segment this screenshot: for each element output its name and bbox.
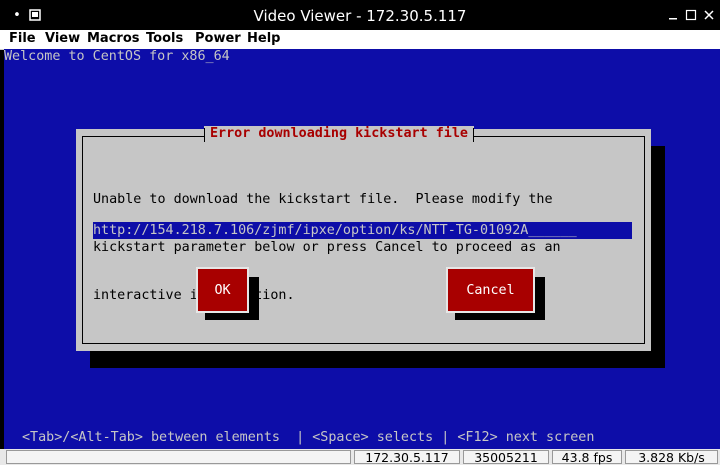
message-line: Unable to download the kickstart file. P…	[93, 192, 553, 207]
status-ip: 172.30.5.117	[354, 450, 460, 465]
menu-file[interactable]: File	[9, 31, 36, 46]
status-counter: 35005211	[463, 450, 549, 465]
close-icon[interactable]	[702, 8, 716, 22]
status-bandwidth: 3.828 Kb/s	[625, 450, 718, 465]
status-message-cell	[6, 450, 351, 464]
kickstart-url-field[interactable]: http://154.218.7.106/zjmf/ipxe/option/ks…	[93, 222, 632, 239]
menu-tools[interactable]: Tools	[146, 31, 183, 46]
menu-view[interactable]: View	[45, 31, 80, 46]
menu-macros[interactable]: Macros	[87, 31, 140, 46]
cancel-button[interactable]: Cancel	[446, 267, 535, 313]
remote-console[interactable]: Welcome to CentOS for x86_64 Error downl…	[4, 49, 720, 449]
maximize-icon[interactable]	[684, 8, 698, 22]
status-fps: 43.8 fps	[552, 450, 622, 465]
menu-power[interactable]: Power	[195, 31, 241, 46]
title-bar: • Video Viewer - 172.30.5.117	[0, 0, 720, 30]
menu-help[interactable]: Help	[247, 31, 280, 46]
dialog-title: Error downloading kickstart file	[204, 126, 474, 142]
message-line: kickstart parameter below or press Cance…	[93, 240, 561, 255]
status-bar: 172.30.5.117 35005211 43.8 fps 3.828 Kb/…	[0, 449, 720, 465]
help-line: <Tab>/<Alt-Tab> between elements | <Spac…	[22, 430, 595, 445]
minimize-icon[interactable]	[666, 8, 680, 22]
menu-bar: File View Macros Tools Power Help	[0, 30, 720, 50]
window-title: Video Viewer - 172.30.5.117	[253, 7, 467, 25]
welcome-text: Welcome to CentOS for x86_64	[4, 49, 230, 64]
error-dialog: Error downloading kickstart file Unable …	[76, 126, 651, 351]
ok-button[interactable]: OK	[196, 267, 249, 313]
